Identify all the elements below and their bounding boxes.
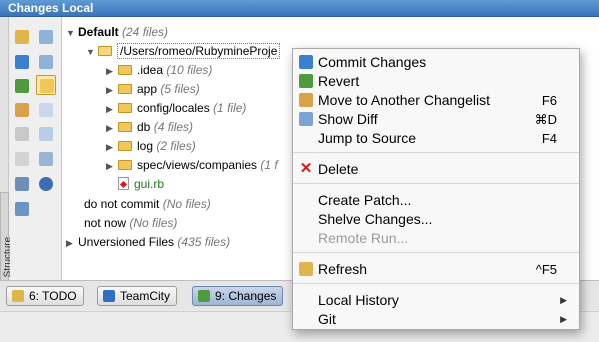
collapse-all-button[interactable] [36,52,56,72]
teamcity-tool-tab[interactable]: TeamCity [97,286,178,306]
revert-button[interactable] [12,76,32,96]
settings-icon [15,177,29,191]
show-details-button[interactable] [36,149,56,169]
folder-icon [118,103,132,113]
diagram-icon [15,202,29,216]
document-icon [39,103,53,117]
commit-icon [299,55,313,69]
menu-item-remote-run: Remote Run... [318,230,409,246]
collapse-all-icon [39,55,53,69]
changes-icon [198,290,210,302]
changes-tool-tab[interactable]: 9: Changes [192,286,284,306]
delete-changelist-button[interactable] [12,124,32,144]
changelist-default[interactable]: ▼ Default (24 files) [66,23,168,42]
menu-item-show-diff[interactable]: Show Diff ⌘D [293,110,579,129]
changelist-not-now[interactable]: not now (No files) [84,214,177,233]
menu-item-create-patch[interactable]: Create Patch... [293,191,579,210]
menu-item-git[interactable]: Git ▶ [293,310,579,329]
menu-separator [293,283,579,284]
revert-icon [15,79,29,93]
new-changelist-button[interactable] [12,100,32,120]
submenu-arrow-icon: ▶ [560,295,567,305]
commit-button[interactable] [12,52,32,72]
folder-icon [118,84,132,94]
menu-separator [293,152,579,153]
tree-item-project-root[interactable]: ▼/Users/romeo/RubymineProje [86,42,281,62]
expand-arrow-icon[interactable]: ▶ [106,81,118,100]
submenu-arrow-icon: ▶ [560,314,567,324]
expand-arrow-icon[interactable]: ▶ [106,138,118,157]
ruby-file-icon [118,177,129,190]
tree-item-config-locales[interactable]: ▶ config/locales (1 file) [106,99,246,118]
tree-item-app[interactable]: ▶ app (5 files) [106,80,200,99]
settings-button[interactable] [12,174,32,194]
tool-window-title-bar: Changes Local [0,0,599,17]
menu-item-delete[interactable]: ✕ Delete [293,160,579,179]
expand-all-button[interactable] [36,27,56,47]
expand-arrow-icon[interactable]: ▼ [66,24,78,43]
menu-item-local-history[interactable]: Local History ▶ [293,291,579,310]
left-side-strip: 2: Structure [0,17,14,292]
show-ignored-button[interactable] [36,100,56,120]
new-changelist-icon [15,103,29,117]
move-changelist-icon [299,93,313,107]
folder-icon [118,160,132,170]
diagram-button[interactable] [12,199,32,219]
menu-item-revert[interactable]: Revert [293,72,579,91]
menu-item-refresh[interactable]: Refresh ^F5 [293,260,579,279]
expand-arrow-icon[interactable]: ▼ [86,43,98,62]
copy-button[interactable] [36,124,56,144]
tool-window-title: Changes Local [8,1,94,15]
todo-tool-tab[interactable]: 6: TODO [6,286,84,306]
refresh-icon [299,262,313,276]
folder-icon [118,122,132,132]
refresh-icon [15,30,29,44]
tree-item-spec-views-companies[interactable]: ▶ spec/views/companies (1 f [106,156,278,175]
changes-toolbar [10,17,62,280]
expand-arrow-icon[interactable]: ▶ [106,119,118,138]
menu-item-commit-changes[interactable]: Commit Changes [293,53,579,72]
menu-separator [293,183,579,184]
expand-arrow-icon[interactable]: ▶ [66,234,78,253]
copy-icon [39,127,53,141]
folder-icon [118,65,132,75]
teamcity-icon [103,290,115,302]
menu-item-jump-to-source[interactable]: Jump to Source F4 [293,129,579,148]
expand-all-icon [39,30,53,44]
folder-icon [118,141,132,151]
group-by-directory-button[interactable] [36,75,56,95]
refresh-changes-button[interactable] [12,27,32,47]
context-menu: Commit Changes Revert Move to Another Ch… [292,48,580,330]
expand-arrow-icon[interactable]: ▶ [106,62,118,81]
help-button[interactable] [36,174,56,194]
diff-icon [299,112,313,126]
structure-tool-tab[interactable]: 2: Structure [0,192,14,292]
list-icon [39,152,53,166]
folder-icon [98,46,112,56]
checkbox-icon [15,152,29,166]
changelist-do-not-commit[interactable]: do not commit (No files) [84,195,211,214]
tree-item-log[interactable]: ▶ log (2 files) [106,137,196,156]
expand-arrow-icon[interactable]: ▶ [106,100,118,119]
menu-separator [293,252,579,253]
expand-arrow-icon[interactable]: ▶ [106,157,118,176]
todo-icon [12,290,24,302]
revert-icon [299,74,313,88]
tree-item-gui-rb[interactable]: gui.rb [118,175,164,194]
tree-item-db[interactable]: ▶ db (4 files) [106,118,193,137]
help-icon [39,177,53,191]
menu-item-move-to-changelist[interactable]: Move to Another Changelist F6 [293,91,579,110]
commit-icon [15,55,29,69]
tree-item-idea[interactable]: ▶ .idea (10 files) [106,61,212,80]
set-active-changelist-button[interactable] [12,149,32,169]
unversioned-files-node[interactable]: ▶ Unversioned Files (435 files) [66,233,230,252]
delete-icon: ✕ [299,160,313,177]
delete-changelist-icon [15,127,29,141]
folder-icon [40,79,54,93]
menu-item-shelve-changes[interactable]: Shelve Changes... [293,210,579,229]
